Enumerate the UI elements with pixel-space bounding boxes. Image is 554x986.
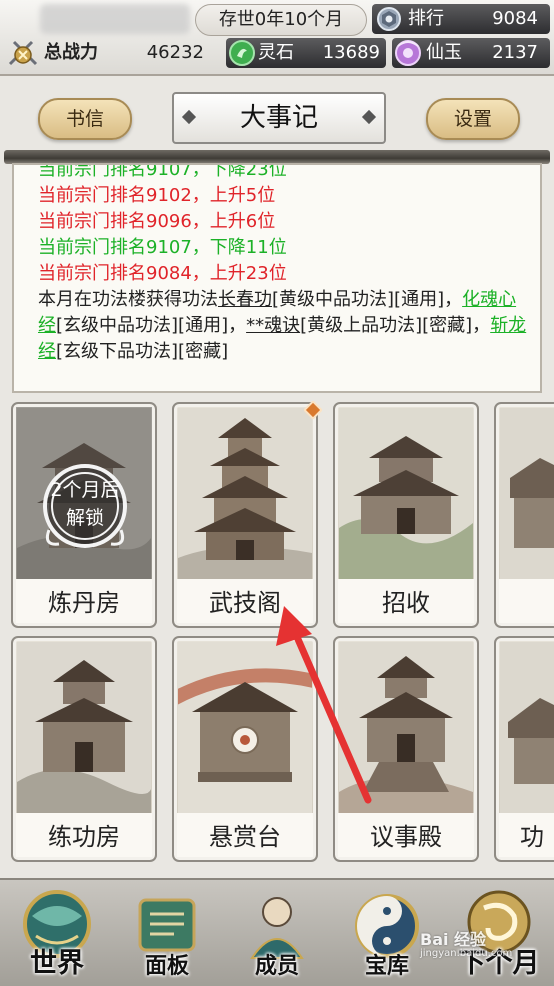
log-text: [玄级下品功法][密藏] [56, 341, 229, 362]
spirit-stone-label: 灵石 [258, 42, 294, 63]
log-entry: 当前宗门排名9107，下降11位 [38, 237, 287, 258]
building-name: 议事殿 [370, 823, 442, 851]
spirit-stone-value: 13689 [322, 42, 380, 63]
spirit-stone-display[interactable]: 灵石 13689 [226, 38, 386, 68]
nav-world-label: 世界 [30, 948, 84, 979]
letters-button[interactable]: 书信 [38, 98, 132, 140]
building-card-partial[interactable] [494, 402, 554, 628]
log-entry: 当前宗门排名9102，上升5位 [38, 185, 276, 206]
rank-value: 9084 [492, 8, 538, 29]
log-text: [玄级中品功法][通用]， [56, 315, 247, 336]
title-ornament-left [181, 109, 197, 125]
immortal-jade-display[interactable]: 仙玉 2137 [392, 38, 550, 68]
building-name: 招收 [382, 589, 430, 617]
nav-panel-label: 面板 [144, 954, 189, 979]
training-hall-illustration [17, 642, 151, 820]
building-card-council-hall[interactable]: 议事殿 [333, 636, 479, 862]
building-name: 悬赏台 [209, 823, 281, 851]
unlock-countdown-line2: 解锁 [65, 507, 104, 529]
rank-label: 排行 [408, 8, 444, 29]
page-title-text: 大事记 [239, 103, 318, 133]
log-entry: 当前宗门排名9107，下降23位 [38, 163, 287, 180]
notification-dot-icon [304, 401, 322, 419]
log-entry: 当前宗门排名9084，上升23位 [38, 263, 287, 284]
building-card-training-room[interactable]: 练功房 [11, 636, 157, 862]
log-entry: 当前宗门排名9096，上升6位 [38, 211, 276, 232]
spirit-stone-icon [229, 40, 255, 66]
baidu-watermark: Bai 经验 jingyan.baidu.com [420, 926, 540, 970]
log-text: 本月在功法楼获得功法 [38, 289, 218, 310]
building-illustration [500, 642, 554, 820]
nav-world[interactable]: 世界 [2, 880, 112, 986]
building-name: 炼丹房 [48, 589, 120, 617]
power-icon [8, 40, 38, 66]
rank-display[interactable]: 排行 9084 [372, 4, 550, 34]
nav-members-label: 成员 [254, 954, 299, 979]
player-name-blurred [40, 4, 190, 34]
status-bar: 存世0年10个月 排行 9084 总战力 46232 灵石 13689 仙玉 2… [0, 0, 554, 76]
immortal-jade-label: 仙玉 [426, 42, 462, 63]
card-label-band [499, 579, 554, 623]
skill-link[interactable]: **魂诀 [246, 315, 300, 336]
immortal-jade-value: 2137 [492, 42, 538, 63]
hall-illustration [339, 408, 473, 586]
building-card-recruit[interactable]: 招收 [333, 402, 479, 628]
log-skill-acquisition: 本月在功法楼获得功法长春功[黄级中品功法][通用]，化魂心经[玄级中品功法][通… [38, 287, 532, 365]
event-log[interactable]: 当前宗门排名9107，下降23位 当前宗门排名9102，上升5位 当前宗门排名9… [12, 163, 542, 393]
total-power: 总战力 46232 [4, 38, 210, 68]
log-text: [黄级上品功法][密藏]， [300, 315, 491, 336]
building-illustration [500, 408, 554, 586]
bounty-hall-illustration [178, 642, 312, 820]
skill-link[interactable]: 长春功 [218, 289, 272, 310]
watermark-main: Bai 经验 [420, 930, 487, 949]
pagoda-illustration [178, 408, 312, 586]
unlock-countdown-line1: 2个月后 [50, 479, 120, 501]
building-card-partial[interactable]: 功 [494, 636, 554, 862]
building-card-alchemy[interactable]: 2个月后 解锁 炼丹房 [11, 402, 157, 628]
building-name: 练功房 [48, 823, 120, 851]
building-card-martial-pavilion[interactable]: 武技阁 [172, 402, 318, 628]
page-title: 大事记 [172, 92, 386, 144]
nav-panel[interactable]: 面板 [112, 880, 222, 986]
title-ornament-right [361, 109, 377, 125]
immortal-jade-icon [395, 40, 421, 66]
nav-members[interactable]: 成员 [222, 880, 332, 986]
settings-button[interactable]: 设置 [426, 98, 520, 140]
unlock-countdown: 2个月后 解锁 [39, 476, 131, 532]
council-hall-illustration [339, 642, 473, 820]
building-card-bounty-platform[interactable]: 悬赏台 [172, 636, 318, 862]
rank-icon [377, 7, 401, 31]
watermark-sub: jingyan.baidu.com [420, 948, 513, 959]
game-date: 存世0年10个月 [195, 4, 367, 36]
building-name: 武技阁 [209, 589, 281, 617]
building-name: 功 [520, 823, 544, 851]
log-text: [黄级中品功法][通用]， [272, 289, 463, 310]
power-value: 46232 [146, 42, 204, 63]
scroll-rod-decoration [4, 150, 550, 164]
power-label: 总战力 [44, 42, 98, 63]
